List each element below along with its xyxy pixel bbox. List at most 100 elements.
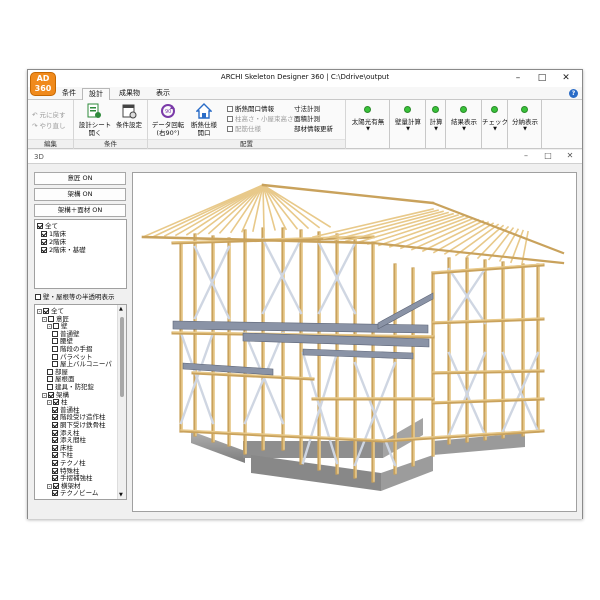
calculate-button[interactable]: 計算 ▼ bbox=[426, 100, 446, 149]
checkbox-icon bbox=[52, 406, 58, 413]
floor-item-1f[interactable]: 1階床 bbox=[41, 230, 66, 238]
3d-subwindow: 3D – □ ✕ 意匠 ON 架構 ON 架構＋面材 ON 全て 1階床 2階床… bbox=[28, 150, 582, 519]
3d-viewport[interactable] bbox=[132, 172, 577, 512]
result-view-label: 結果表示 ▼ bbox=[451, 118, 477, 132]
undo-label: 元に戻す bbox=[39, 111, 66, 119]
collapse-icon[interactable]: - bbox=[47, 324, 52, 330]
result-view-button[interactable]: 結果表示 ▼ bbox=[446, 100, 482, 149]
wall-calc-label: 壁量計算 ▼ bbox=[395, 118, 421, 132]
checkbox-icon bbox=[47, 376, 53, 383]
collapse-icon[interactable]: - bbox=[42, 392, 47, 398]
checkbox-icon bbox=[52, 490, 58, 497]
check-column-height-label: 柱高さ・小屋束高さ bbox=[235, 115, 294, 123]
status-led-icon bbox=[432, 106, 439, 113]
status-led-icon bbox=[364, 106, 371, 113]
checkbox-icon bbox=[35, 294, 41, 300]
frame-on-button[interactable]: 架構 ON bbox=[34, 188, 126, 201]
checkbox-icon bbox=[52, 422, 58, 428]
sub-maximize-icon[interactable]: □ bbox=[542, 151, 554, 160]
checkbox-icon bbox=[48, 391, 54, 398]
partial-delivery-label: 分納表示 ▼ bbox=[512, 118, 538, 132]
placement-group-label: 配置 bbox=[148, 139, 345, 148]
floor-item-2f-foundation[interactable]: 2階床・基礎 bbox=[41, 246, 86, 254]
left-control-panel: 意匠 ON 架構 ON 架構＋面材 ON 全て 1階床 2階床 2階床・基礎 壁… bbox=[34, 172, 127, 512]
frame-panel-on-button[interactable]: 架構＋面材 ON bbox=[34, 204, 126, 217]
minimize-icon[interactable]: – bbox=[511, 72, 525, 84]
scroll-thumb[interactable] bbox=[120, 317, 124, 397]
undo-button[interactable]: ↶ 元に戻す bbox=[32, 109, 66, 119]
condition-settings-button[interactable]: 条件設定 bbox=[112, 121, 146, 129]
rotate-data-icon: 90 bbox=[161, 104, 175, 118]
status-led-icon bbox=[521, 106, 528, 113]
checkbox-icon bbox=[52, 414, 58, 421]
floor-item-all[interactable]: 全て bbox=[37, 222, 58, 230]
check-column-height[interactable]: 柱高さ・小屋束高さ bbox=[227, 113, 294, 123]
checkbox-icon bbox=[47, 368, 53, 375]
condition-group: 設計シート 開く 条件設定 条件 bbox=[74, 100, 148, 149]
rotate-data-label: データ回転 (右90°) bbox=[151, 121, 185, 137]
insulation-opening-button[interactable]: 断熱仕様 開口 bbox=[185, 121, 223, 137]
wall-calc-button[interactable]: 壁量計算 ▼ bbox=[390, 100, 426, 149]
checkbox-icon bbox=[52, 429, 58, 436]
checkbox-icon bbox=[48, 315, 54, 322]
tab-design[interactable]: 設計 bbox=[82, 88, 110, 100]
ribbon: ↶ 元に戻す ↷ やり直し 編集 設計シート 開く 条件設定 条件 90 データ… bbox=[28, 100, 582, 149]
rotate-data-button[interactable]: データ回転 (右90°) bbox=[148, 121, 188, 137]
collapse-icon[interactable]: - bbox=[47, 483, 52, 489]
condition-settings-icon bbox=[122, 104, 137, 119]
check-rebar-spec-label: 配筋仕様 bbox=[235, 125, 261, 133]
building-frame-3d-model bbox=[141, 183, 565, 491]
check-insulation-info-label: 断熱開口情報 bbox=[235, 105, 274, 113]
title-bar: AD 360 ARCHI Skeleton Designer 360 | C:\D… bbox=[28, 70, 582, 96]
open-design-sheet-label: 設計シート 開く bbox=[78, 121, 112, 137]
subwindow-titlebar: 3D – □ ✕ bbox=[28, 150, 582, 164]
transparency-checkbox[interactable]: 壁・屋根等の半透明表示 bbox=[35, 293, 115, 301]
maximize-icon[interactable]: □ bbox=[535, 72, 549, 84]
collapse-icon[interactable]: - bbox=[37, 309, 42, 315]
area-measure-button[interactable]: 面積計測 bbox=[294, 113, 320, 123]
insulation-house-icon bbox=[196, 103, 212, 119]
partial-delivery-button[interactable]: 分納表示 ▼ bbox=[508, 100, 542, 149]
checkbox-icon bbox=[53, 323, 59, 330]
sub-minimize-icon[interactable]: – bbox=[520, 151, 532, 160]
checkbox-icon bbox=[52, 330, 58, 337]
tab-conditions[interactable]: 条件 bbox=[56, 88, 82, 100]
app-window: AD 360 ARCHI Skeleton Designer 360 | C:\D… bbox=[27, 69, 583, 519]
close-icon[interactable]: ✕ bbox=[559, 72, 573, 84]
help-icon[interactable]: ? bbox=[569, 89, 578, 98]
tree-item[interactable]: テクノビーム bbox=[52, 489, 98, 497]
collapse-icon[interactable]: - bbox=[47, 400, 52, 406]
tab-view[interactable]: 表示 bbox=[150, 88, 176, 100]
tree-scrollbar[interactable]: ▲ ▼ bbox=[117, 305, 126, 499]
collapse-icon[interactable]: - bbox=[42, 316, 47, 322]
svg-text:90: 90 bbox=[165, 109, 171, 115]
menu-tab-bar: 条件 設計 成果物 表示 ? bbox=[28, 87, 582, 100]
checkbox-icon bbox=[47, 384, 53, 390]
checkbox-icon bbox=[52, 353, 58, 360]
checkbox-icon bbox=[41, 247, 47, 253]
member-info-update-button[interactable]: 部材情報更新 bbox=[294, 123, 333, 133]
status-led-icon bbox=[491, 106, 498, 113]
sub-close-icon[interactable]: ✕ bbox=[564, 151, 576, 160]
solar-button[interactable]: 太陽光有無 ▼ bbox=[346, 100, 390, 149]
open-design-sheet-button[interactable]: 設計シート 開く bbox=[77, 121, 113, 137]
design-on-button[interactable]: 意匠 ON bbox=[34, 172, 126, 185]
checkbox-icon bbox=[52, 467, 58, 474]
tab-deliverables[interactable]: 成果物 bbox=[113, 88, 146, 100]
placement-group: 90 データ回転 (右90°) 断熱仕様 開口 断熱開口情報 柱高さ・小屋束高さ… bbox=[148, 100, 346, 149]
window-title: ARCHI Skeleton Designer 360 | C:\Ddrive\… bbox=[220, 73, 390, 81]
check-rebar-spec[interactable]: 配筋仕様 bbox=[227, 123, 261, 133]
checkbox-icon bbox=[41, 239, 47, 245]
checkbox-icon bbox=[52, 452, 58, 459]
dimension-measure-button[interactable]: 寸法計測 bbox=[294, 103, 320, 113]
solar-label: 太陽光有無 ▼ bbox=[351, 118, 385, 132]
redo-button[interactable]: ↷ やり直し bbox=[32, 120, 66, 130]
scroll-up-icon[interactable]: ▲ bbox=[119, 306, 123, 312]
checkbox-icon bbox=[52, 444, 58, 451]
condition-group-label: 条件 bbox=[74, 139, 147, 148]
floor-item-2f[interactable]: 2階床 bbox=[41, 238, 66, 246]
check-insulation-info[interactable]: 断熱開口情報 bbox=[227, 103, 274, 113]
check-button[interactable]: チェック ▼ bbox=[482, 100, 508, 149]
scroll-down-icon[interactable]: ▼ bbox=[119, 492, 123, 498]
design-sheet-icon bbox=[87, 103, 101, 118]
